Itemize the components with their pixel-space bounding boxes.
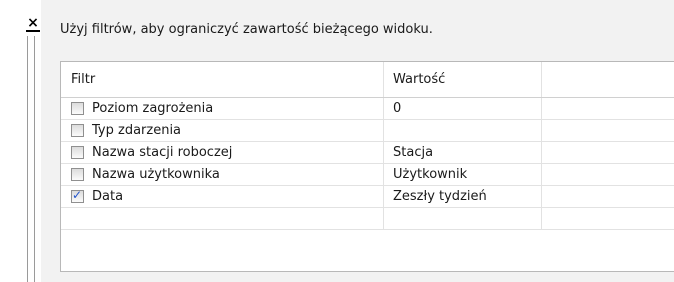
filter-label: Typ zdarzenia <box>92 123 182 138</box>
filter-cell: Typ zdarzenia <box>61 120 384 141</box>
left-strip: × <box>0 0 40 282</box>
table-row[interactable]: Poziom zagrożenia 0 <box>61 98 674 120</box>
filter-grid: Filtr Wartość Poziom zagrożenia 0 Typ zd… <box>60 61 674 272</box>
extra-cell <box>542 208 674 229</box>
table-row-empty <box>61 208 674 230</box>
column-header-empty[interactable] <box>542 62 674 97</box>
value-cell[interactable]: 0 <box>384 98 542 119</box>
filter-value: 0 <box>393 101 402 116</box>
table-row[interactable]: Nazwa użytkownika Użytkownik <box>61 164 674 186</box>
extra-cell <box>542 186 674 207</box>
filter-cell: Nazwa użytkownika <box>61 164 384 185</box>
table-row[interactable]: Nazwa stacji roboczej Stacja <box>61 142 674 164</box>
filter-label: Nazwa stacji roboczej <box>92 145 233 160</box>
filter-value: Zeszły tydzień <box>393 189 487 204</box>
value-cell[interactable]: Zeszły tydzień <box>384 186 542 207</box>
extra-cell <box>542 98 674 119</box>
extra-cell <box>542 142 674 163</box>
filter-cell: Data <box>61 186 384 207</box>
column-header-filter[interactable]: Filtr <box>61 62 384 97</box>
filter-checkbox[interactable] <box>71 124 84 137</box>
table-row[interactable]: Data Zeszły tydzień <box>61 186 674 208</box>
filter-label: Poziom zagrożenia <box>92 101 214 116</box>
divider <box>27 36 28 282</box>
filter-hint: Użyj filtrów, aby ograniczyć zawartość b… <box>60 22 433 37</box>
filter-cell: Nazwa stacji roboczej <box>61 142 384 163</box>
filter-cell <box>61 208 384 229</box>
grid-header: Filtr Wartość <box>61 62 674 98</box>
extra-cell <box>542 164 674 185</box>
filter-cell: Poziom zagrożenia <box>61 98 384 119</box>
value-cell[interactable] <box>384 120 542 141</box>
filter-label: Nazwa użytkownika <box>92 167 220 182</box>
filter-value: Stacja <box>393 145 434 160</box>
table-row[interactable]: Typ zdarzenia <box>61 120 674 142</box>
value-cell[interactable]: Stacja <box>384 142 542 163</box>
filter-checkbox[interactable] <box>71 102 84 115</box>
value-cell <box>384 208 542 229</box>
filter-checkbox[interactable] <box>71 146 84 159</box>
filter-label: Data <box>92 189 124 204</box>
close-icon[interactable]: × <box>25 16 41 32</box>
filter-value: Użytkownik <box>393 167 468 182</box>
filter-checkbox[interactable] <box>71 168 84 181</box>
extra-cell <box>542 120 674 141</box>
divider <box>34 36 35 282</box>
filter-checkbox-checked[interactable] <box>71 188 84 203</box>
column-header-label: Filtr <box>71 72 96 87</box>
value-cell[interactable]: Użytkownik <box>384 164 542 185</box>
column-header-value[interactable]: Wartość <box>384 62 542 97</box>
column-header-label: Wartość <box>393 72 446 87</box>
